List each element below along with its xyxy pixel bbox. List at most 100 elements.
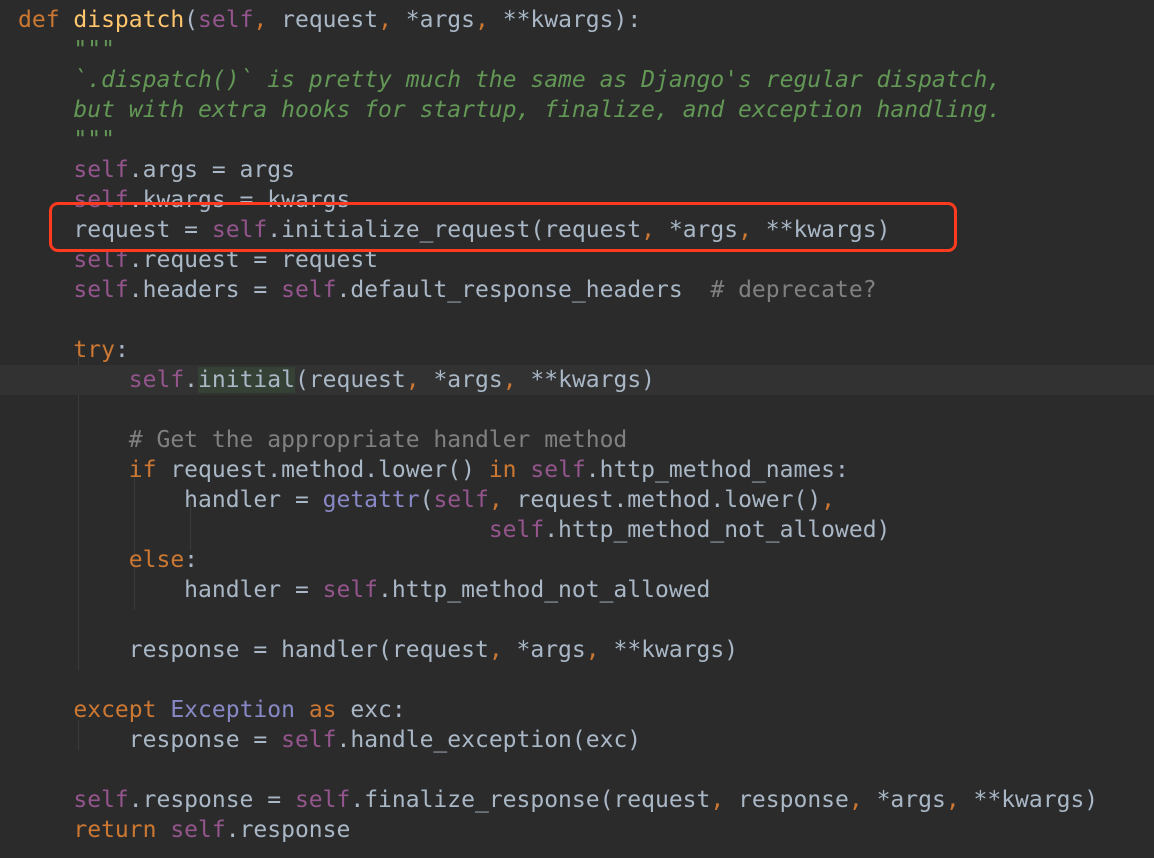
code-token: handler =: [18, 577, 323, 603]
code-editor[interactable]: def dispatch(self, request, *args, **kwa…: [0, 0, 1154, 858]
code-line[interactable]: self.http_method_not_allowed): [18, 515, 1154, 545]
code-token: **kwargs): [530, 367, 656, 393]
code-token: .headers =: [128, 277, 282, 303]
code-token: handler =: [18, 487, 323, 513]
code-token: .: [184, 367, 199, 393]
code-token: self: [211, 217, 268, 243]
code-token: .handle_exception(exc): [336, 727, 642, 753]
code-token: :: [114, 337, 129, 363]
code-token: response = handler(request: [18, 637, 489, 663]
code-line[interactable]: else:: [18, 545, 1154, 575]
code-line[interactable]: `.dispatch()` is pretty much the same as…: [18, 65, 1154, 95]
code-token: as: [308, 697, 351, 723]
code-token: `.dispatch()` is pretty much the same as…: [18, 67, 1002, 93]
code-token: .response =: [128, 787, 295, 813]
code-line[interactable]: handler = self.http_method_not_allowed: [18, 575, 1154, 605]
code-token: ,: [585, 637, 614, 663]
code-token: self: [530, 457, 586, 483]
code-token: self: [322, 577, 379, 603]
code-token: # Get the appropriate handler method: [128, 427, 628, 453]
code-line[interactable]: self.initial(request, *args, **kwargs): [0, 365, 1154, 395]
code-line[interactable]: self.request = request: [18, 245, 1154, 275]
code-line[interactable]: except Exception as exc:: [18, 695, 1154, 725]
code-token: self: [73, 187, 129, 213]
code-line[interactable]: try:: [18, 335, 1154, 365]
code-token: self: [73, 787, 129, 813]
code-line[interactable]: if request.method.lower() in self.http_m…: [18, 455, 1154, 485]
code-token: def: [18, 7, 74, 33]
code-token: ,: [253, 7, 282, 33]
code-token: in: [488, 457, 531, 483]
code-line[interactable]: response = handler(request, *args, **kwa…: [18, 635, 1154, 665]
code-token: response =: [18, 727, 282, 753]
code-token: self: [128, 367, 185, 393]
code-token: dispatch: [73, 7, 185, 33]
code-token: ):: [613, 7, 642, 33]
code-line[interactable]: response = self.handle_exception(exc): [18, 725, 1154, 755]
code-line[interactable]: [18, 755, 1154, 785]
code-line[interactable]: """: [18, 35, 1154, 65]
code-token: ,: [710, 787, 739, 813]
code-line[interactable]: [18, 395, 1154, 425]
code-token: ,: [848, 787, 877, 813]
code-token: ,: [488, 637, 517, 663]
code-line[interactable]: but with extra hooks for startup, finali…: [18, 95, 1154, 125]
code-token: .response: [225, 817, 351, 843]
code-lines[interactable]: def dispatch(self, request, *args, **kwa…: [0, 5, 1154, 845]
code-line[interactable]: self.headers = self.default_response_hea…: [18, 275, 1154, 305]
code-token: but with extra hooks for startup, finali…: [18, 97, 1002, 123]
code-token: (: [184, 7, 199, 33]
code-token: request.method.lower(): [516, 487, 822, 513]
code-line[interactable]: handler = getattr(self, request.method.l…: [18, 485, 1154, 515]
code-token: if: [128, 457, 171, 483]
code-token: ,: [502, 367, 531, 393]
code-token: .http_method_names:: [585, 457, 849, 483]
code-line[interactable]: self.response = self.finalize_response(r…: [18, 785, 1154, 815]
code-token: self: [488, 517, 545, 543]
code-token: self: [73, 247, 129, 273]
code-token: **kwargs: [502, 7, 614, 33]
code-token: .kwargs = kwargs: [128, 187, 351, 213]
code-token: **kwargs): [765, 217, 891, 243]
code-line[interactable]: return self.response: [18, 815, 1154, 845]
code-token: ,: [821, 487, 836, 513]
code-token: *args: [405, 7, 476, 33]
code-line[interactable]: request = self.initialize_request(reques…: [18, 215, 1154, 245]
code-line[interactable]: [18, 305, 1154, 335]
code-line[interactable]: """: [18, 125, 1154, 155]
code-token: self: [281, 727, 337, 753]
code-token: else: [128, 547, 185, 573]
code-token: :: [184, 547, 199, 573]
code-token: ,: [945, 787, 974, 813]
code-token: ,: [475, 7, 503, 33]
code-line[interactable]: self.kwargs = kwargs: [18, 185, 1154, 215]
code-token: .args = args: [128, 157, 295, 183]
code-token: .request = request: [128, 247, 379, 273]
code-token: .http_method_not_allowed): [544, 517, 891, 543]
code-line[interactable]: [18, 665, 1154, 695]
code-line[interactable]: # Get the appropriate handler method: [18, 425, 1154, 455]
code-token: ,: [405, 367, 434, 393]
code-token: *args: [876, 787, 946, 813]
code-token: Exception: [170, 697, 309, 723]
code-token: # deprecate?: [710, 277, 877, 303]
code-line[interactable]: [18, 605, 1154, 635]
code-line[interactable]: self.args = args: [18, 155, 1154, 185]
code-token: .default_response_headers: [336, 277, 711, 303]
code-token: .http_method_not_allowed: [378, 577, 711, 603]
code-token: except: [73, 697, 171, 723]
code-token: self: [433, 487, 489, 513]
code-token: ,: [488, 487, 517, 513]
code-token: **kwargs): [973, 787, 1099, 813]
code-line[interactable]: def dispatch(self, request, *args, **kwa…: [18, 5, 1154, 35]
code-token: request.method.lower(): [170, 457, 489, 483]
